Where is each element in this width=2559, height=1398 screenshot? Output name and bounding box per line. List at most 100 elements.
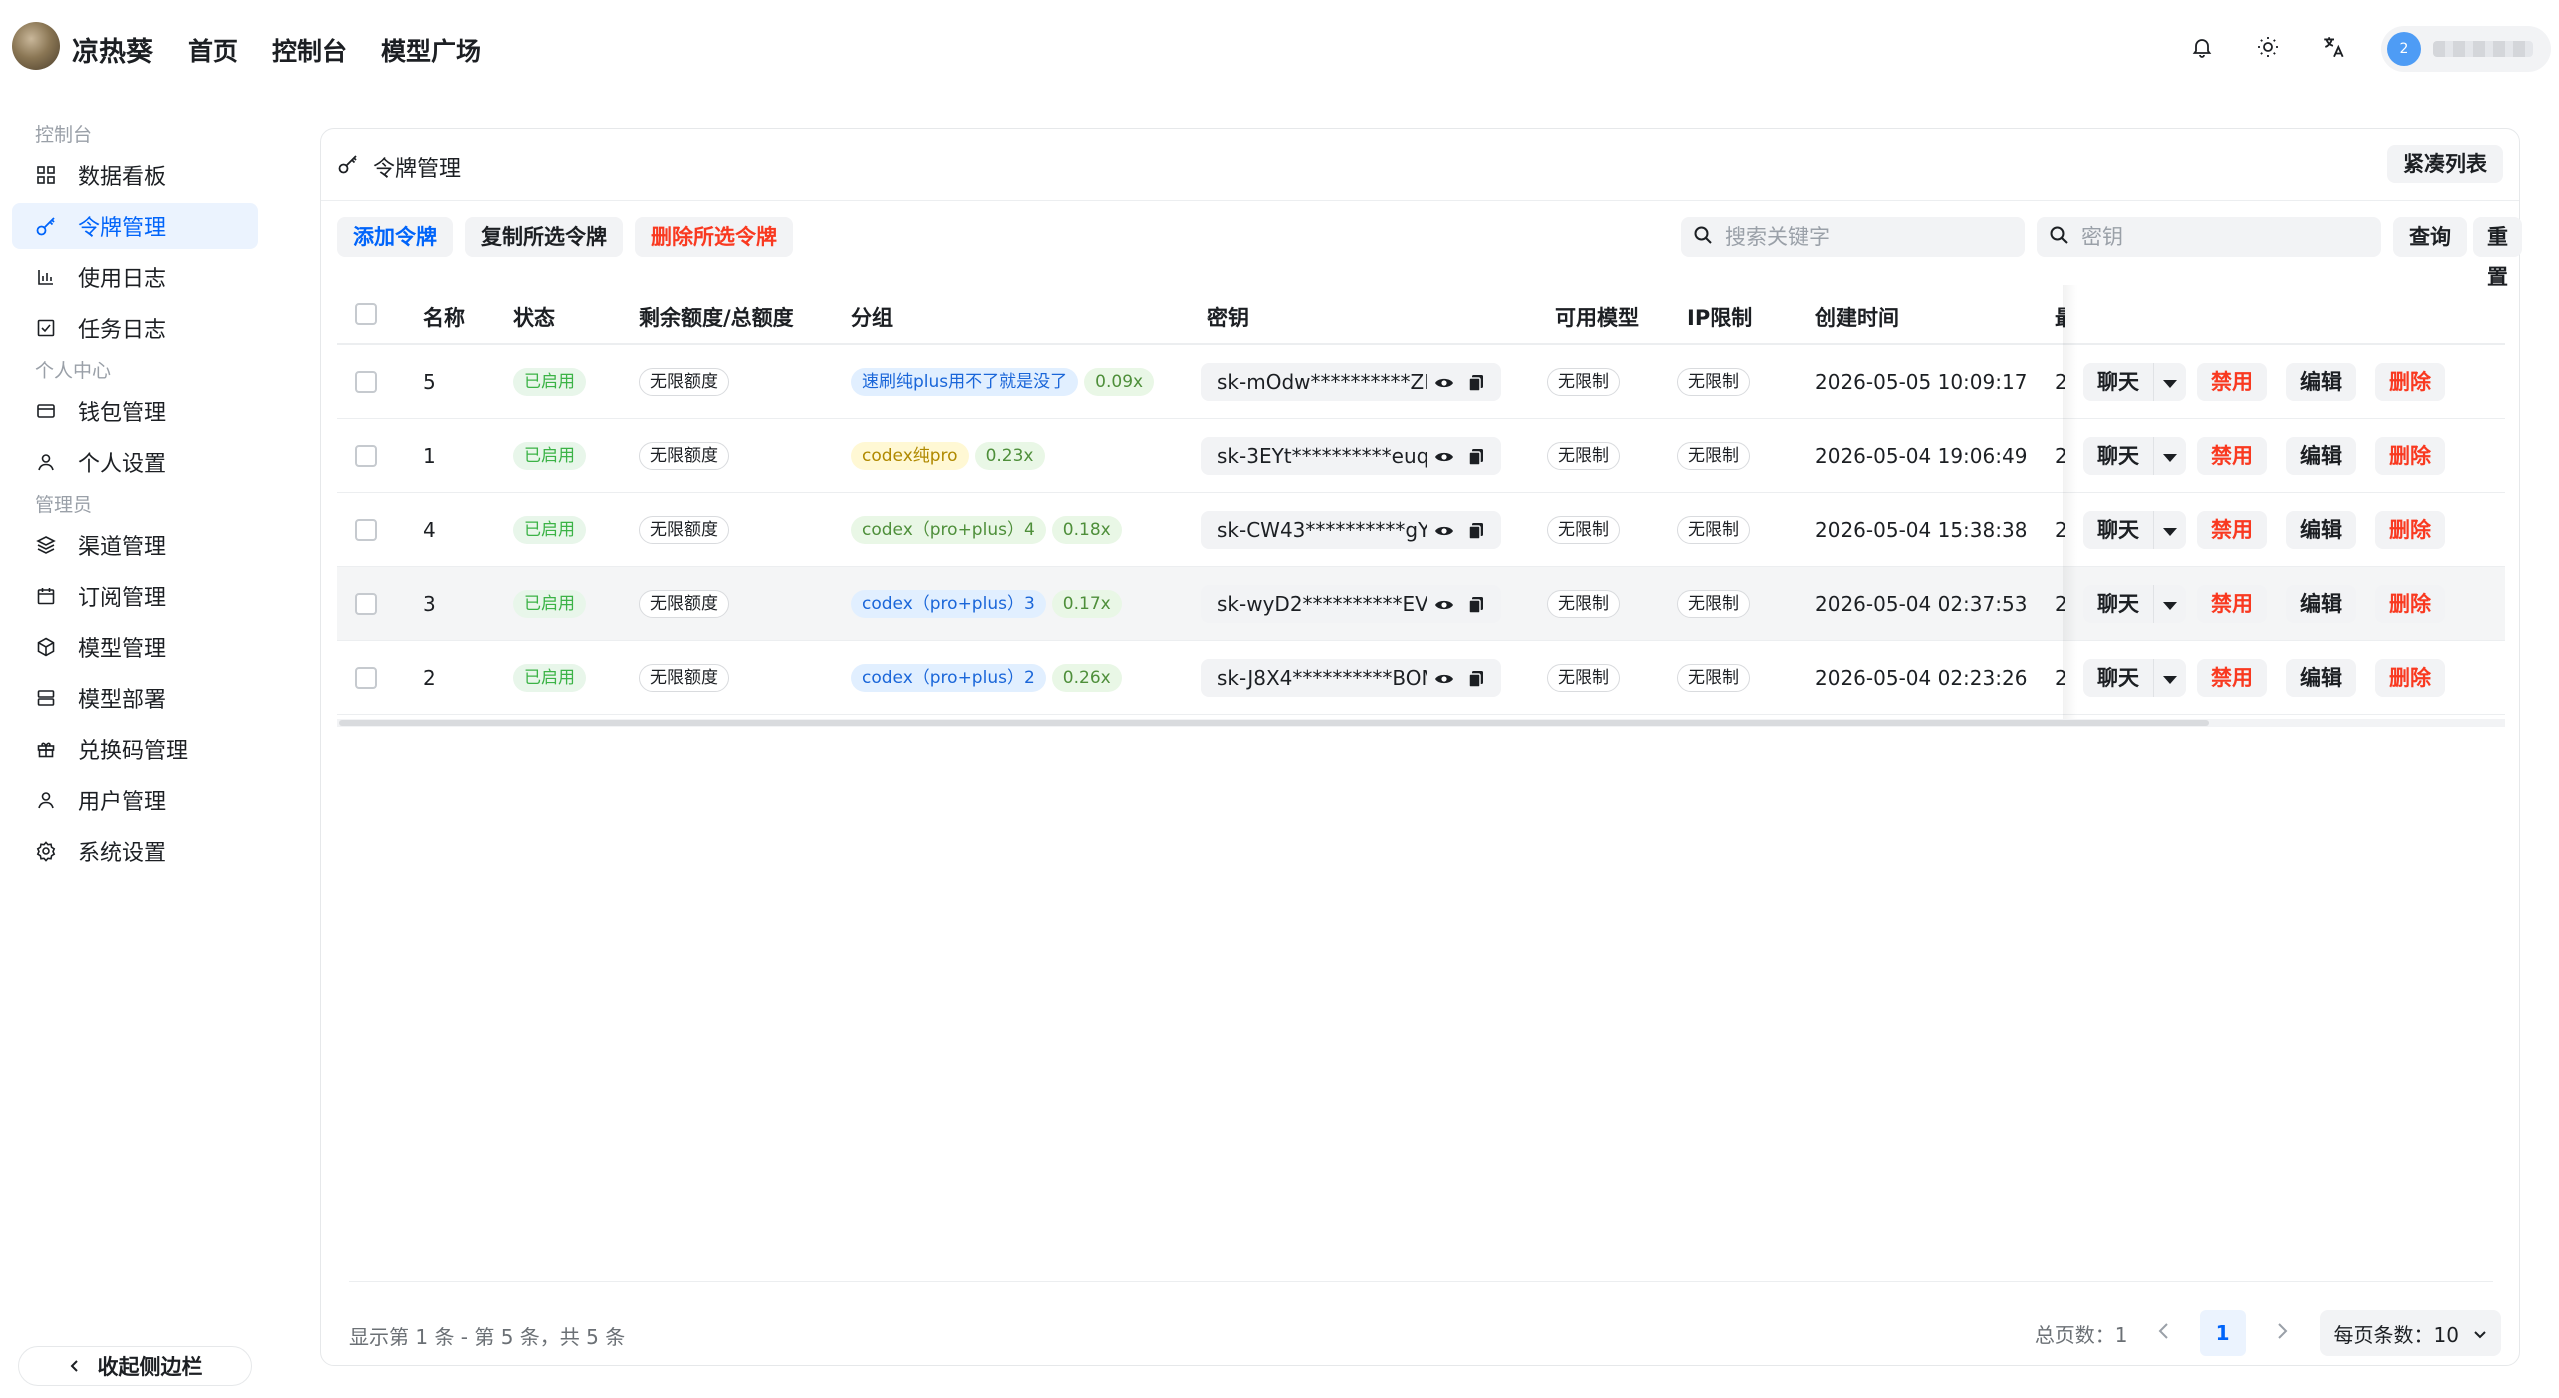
column-models[interactable]: 可用模型 bbox=[1555, 302, 1639, 332]
disable-button[interactable]: 禁用 bbox=[2197, 363, 2267, 401]
chevron-left-icon bbox=[2157, 1322, 2171, 1344]
delete-button[interactable]: 删除 bbox=[2375, 585, 2445, 623]
delete-selected-button[interactable]: 删除所选令牌 bbox=[635, 217, 793, 257]
eye-icon[interactable] bbox=[1433, 446, 1455, 468]
scrollbar-thumb[interactable] bbox=[339, 720, 2209, 726]
sidebar-item-wallet[interactable]: 钱包管理 bbox=[12, 388, 258, 434]
add-token-button[interactable]: 添加令牌 bbox=[337, 217, 453, 257]
horizontal-scrollbar[interactable] bbox=[337, 719, 2505, 727]
grid-icon bbox=[34, 163, 58, 187]
user-menu[interactable]: 2 bbox=[2381, 26, 2551, 72]
row-checkbox[interactable] bbox=[355, 593, 377, 615]
chat-dropdown-button[interactable] bbox=[2154, 511, 2186, 549]
nav-console[interactable]: 控制台 bbox=[272, 32, 347, 68]
column-name[interactable]: 名称 bbox=[423, 302, 465, 332]
disable-button[interactable]: 禁用 bbox=[2197, 585, 2267, 623]
sidebar-item-personal-settings[interactable]: 个人设置 bbox=[12, 439, 258, 485]
compact-list-button[interactable]: 紧凑列表 bbox=[2387, 145, 2503, 183]
brand-name[interactable]: 凉热葵 bbox=[72, 30, 153, 69]
row-checkbox[interactable] bbox=[355, 445, 377, 467]
table-row: 5 已启用 无限额度 速刷纯plus用不了就是没了 0.09x sk-mOdw******… bbox=[337, 345, 2505, 419]
sidebar-item-redeem-codes[interactable]: 兑换码管理 bbox=[12, 726, 258, 772]
delete-button[interactable]: 删除 bbox=[2375, 511, 2445, 549]
next-page-button[interactable] bbox=[2264, 1315, 2300, 1351]
edit-button[interactable]: 编辑 bbox=[2286, 363, 2356, 401]
edit-button[interactable]: 编辑 bbox=[2286, 437, 2356, 475]
sidebar-item-system-settings[interactable]: 系统设置 bbox=[12, 828, 258, 874]
copy-icon[interactable] bbox=[1465, 594, 1487, 616]
keyword-search-field[interactable] bbox=[1681, 217, 2025, 257]
sidebar-item-model-deployment[interactable]: 模型部署 bbox=[12, 675, 258, 721]
reset-button[interactable]: 重置 bbox=[2473, 217, 2522, 289]
delete-button[interactable]: 删除 bbox=[2375, 363, 2445, 401]
column-quota[interactable]: 剩余额度/总额度 bbox=[639, 302, 794, 332]
chat-dropdown-button[interactable] bbox=[2154, 659, 2186, 697]
chat-button[interactable]: 聊天 bbox=[2083, 437, 2154, 475]
row-checkbox[interactable] bbox=[355, 371, 377, 393]
edit-button[interactable]: 编辑 bbox=[2286, 659, 2356, 697]
chat-button[interactable]: 聊天 bbox=[2083, 363, 2154, 401]
column-status[interactable]: 状态 bbox=[513, 302, 555, 332]
key-icon bbox=[34, 214, 58, 238]
language-button[interactable] bbox=[2311, 26, 2357, 72]
search-icon bbox=[1693, 225, 1713, 249]
sidebar-item-task-logs[interactable]: 任务日志 bbox=[12, 305, 258, 351]
disable-button[interactable]: 禁用 bbox=[2197, 437, 2267, 475]
copy-icon[interactable] bbox=[1465, 668, 1487, 690]
site-logo[interactable] bbox=[12, 22, 60, 70]
chat-dropdown-button[interactable] bbox=[2154, 585, 2186, 623]
chat-button[interactable]: 聊天 bbox=[2083, 511, 2154, 549]
bar-chart-icon bbox=[34, 265, 58, 289]
calendar-icon bbox=[34, 584, 58, 608]
query-button[interactable]: 查询 bbox=[2393, 217, 2467, 257]
row-checkbox[interactable] bbox=[355, 519, 377, 541]
sidebar-item-users[interactable]: 用户管理 bbox=[12, 777, 258, 823]
edit-button[interactable]: 编辑 bbox=[2286, 585, 2356, 623]
copy-selected-button[interactable]: 复制所选令牌 bbox=[465, 217, 623, 257]
copy-icon[interactable] bbox=[1465, 446, 1487, 468]
prev-page-button[interactable] bbox=[2146, 1315, 2182, 1351]
edit-button[interactable]: 编辑 bbox=[2286, 511, 2356, 549]
nav-model-square[interactable]: 模型广场 bbox=[381, 32, 481, 68]
theme-toggle-button[interactable] bbox=[2245, 26, 2291, 72]
collapse-sidebar-button[interactable]: 收起侧边栏 bbox=[18, 1346, 252, 1386]
key-search-input[interactable] bbox=[2081, 225, 2341, 249]
sidebar-item-tokens[interactable]: 令牌管理 bbox=[12, 203, 258, 249]
column-key[interactable]: 密钥 bbox=[1207, 302, 1249, 332]
disable-button[interactable]: 禁用 bbox=[2197, 659, 2267, 697]
sidebar-item-channels[interactable]: 渠道管理 bbox=[12, 522, 258, 568]
disable-button[interactable]: 禁用 bbox=[2197, 511, 2267, 549]
sidebar-item-models[interactable]: 模型管理 bbox=[12, 624, 258, 670]
delete-button[interactable]: 删除 bbox=[2375, 437, 2445, 475]
page-1-button[interactable]: 1 bbox=[2199, 1310, 2246, 1356]
sidebar-item-usage-logs[interactable]: 使用日志 bbox=[12, 254, 258, 300]
eye-icon[interactable] bbox=[1433, 372, 1455, 394]
top-nav: 首页 控制台 模型广场 bbox=[188, 32, 481, 68]
column-created-time[interactable]: 创建时间 bbox=[1815, 302, 1899, 332]
eye-icon[interactable] bbox=[1433, 594, 1455, 616]
pagination-summary: 显示第 1 条 - 第 5 条，共 5 条 bbox=[349, 1325, 626, 1349]
chat-split-button: 聊天 bbox=[2083, 659, 2186, 697]
chat-dropdown-button[interactable] bbox=[2154, 363, 2186, 401]
key-search-field[interactable] bbox=[2037, 217, 2381, 257]
gear-icon bbox=[34, 839, 58, 863]
eye-icon[interactable] bbox=[1433, 520, 1455, 542]
sidebar-section-console: 控制台 bbox=[35, 124, 93, 146]
eye-icon[interactable] bbox=[1433, 668, 1455, 690]
column-group[interactable]: 分组 bbox=[851, 302, 893, 332]
copy-icon[interactable] bbox=[1465, 520, 1487, 542]
sidebar-item-subscriptions[interactable]: 订阅管理 bbox=[12, 573, 258, 619]
row-checkbox[interactable] bbox=[355, 667, 377, 689]
chat-button[interactable]: 聊天 bbox=[2083, 659, 2154, 697]
chat-button[interactable]: 聊天 bbox=[2083, 585, 2154, 623]
chat-dropdown-button[interactable] bbox=[2154, 437, 2186, 475]
notification-button[interactable] bbox=[2179, 26, 2225, 72]
copy-icon[interactable] bbox=[1465, 372, 1487, 394]
page-size-select[interactable]: 每页条数：10 bbox=[2319, 1310, 2501, 1356]
keyword-search-input[interactable] bbox=[1725, 225, 1985, 249]
nav-home[interactable]: 首页 bbox=[188, 32, 238, 68]
delete-button[interactable]: 删除 bbox=[2375, 659, 2445, 697]
select-all-checkbox[interactable] bbox=[355, 303, 377, 325]
column-ip-limit[interactable]: IP限制 bbox=[1687, 302, 1752, 332]
sidebar-item-dashboard[interactable]: 数据看板 bbox=[12, 152, 258, 198]
